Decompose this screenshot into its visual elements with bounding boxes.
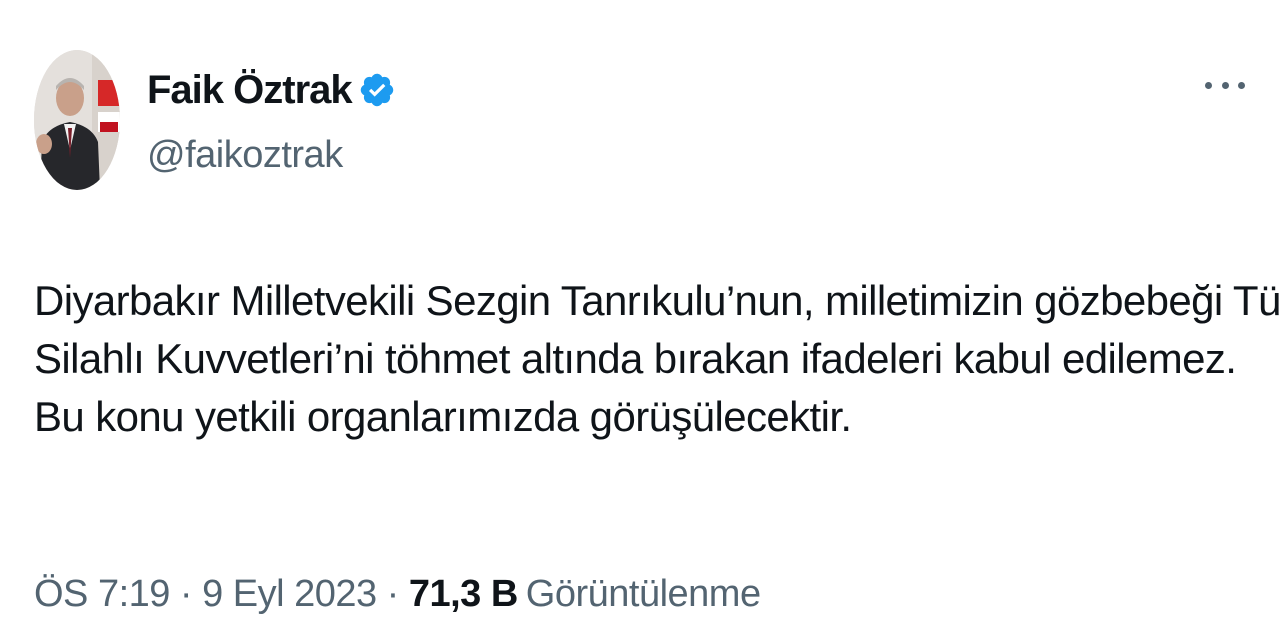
views-label: Görüntülenme <box>525 573 761 615</box>
tweet-date[interactable]: 9 Eyl 2023 <box>202 573 377 615</box>
more-dot <box>1205 81 1212 89</box>
tweet-time[interactable]: ÖS 7:19 <box>34 573 170 615</box>
tweet-text-line: Diyarbakır Milletvekili Sezgin Tanrıkulu… <box>34 277 1280 324</box>
avatar-photo <box>34 50 120 190</box>
tweet-meta: ÖS 7:19 · 9 Eyl 2023 · 71,3 B Görüntülenme <box>34 575 761 613</box>
more-dot <box>1221 81 1229 89</box>
more-dot <box>1238 81 1245 89</box>
avatar[interactable] <box>34 50 120 190</box>
tweet-text: Diyarbakır Milletvekili Sezgin Tanrıkulu… <box>34 272 1280 446</box>
author-name-row: Faik Öztrak <box>147 64 396 116</box>
tweet-text-line: Bu konu yetkili organlarımızda görüşülec… <box>34 393 852 440</box>
views-count: 71,3 B <box>408 573 518 615</box>
more-options-icon[interactable] <box>1205 70 1245 100</box>
tweet-card: Faik Öztrak @faikoztrak Diyarbakır Mille… <box>0 0 1280 640</box>
meta-separator: · <box>386 573 400 615</box>
verified-badge-icon[interactable] <box>358 71 396 109</box>
tweet-text-line: Silahlı Kuvvetleri’ni töhmet altında bır… <box>34 335 1237 382</box>
author-handle[interactable]: @faikoztrak <box>147 136 343 174</box>
meta-separator: · <box>179 573 193 615</box>
author-display-name[interactable]: Faik Öztrak <box>147 70 353 110</box>
